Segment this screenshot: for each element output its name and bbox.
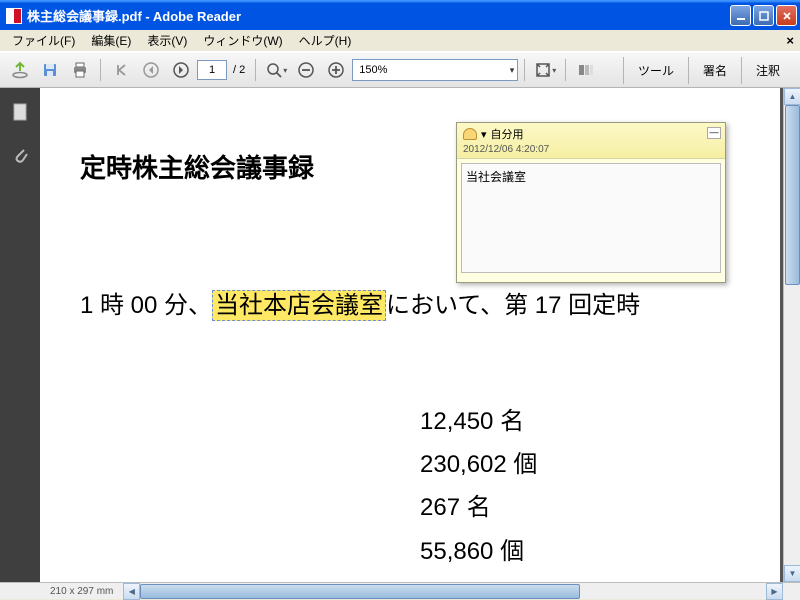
scroll-right-arrow[interactable]: ▶	[766, 583, 783, 600]
comment-popup[interactable]: ▾ 自分用 2012/12/06 4:20:07 —	[456, 122, 726, 283]
menu-edit[interactable]: 編集(E)	[83, 30, 139, 51]
adobe-reader-icon	[6, 8, 22, 24]
window-title: 株主総会議事録.pdf - Adobe Reader	[27, 6, 730, 25]
scroll-down-arrow[interactable]: ▼	[784, 565, 800, 582]
comment-options-glyph[interactable]: ▾	[481, 128, 487, 141]
sign-panel-button[interactable]: 署名	[688, 57, 741, 84]
menu-view[interactable]: 表示(V)	[139, 30, 195, 51]
highlighted-text[interactable]: 当社本店会議室	[212, 290, 386, 321]
horizontal-scroll-thumb[interactable]	[140, 584, 580, 599]
zoom-level-select[interactable]	[352, 59, 518, 81]
comment-textarea[interactable]	[461, 163, 721, 273]
zoom-in-button[interactable]	[322, 56, 350, 84]
window-maximize-button[interactable]	[753, 5, 774, 26]
page-number-input[interactable]	[197, 60, 227, 80]
horizontal-scrollbar[interactable]: ◀ ▶	[123, 583, 783, 599]
document-stats: 12,450 名 230,602 個 267 名 55,860 個	[420, 400, 780, 573]
vertical-scroll-thumb[interactable]	[785, 105, 800, 285]
window-minimize-button[interactable]	[730, 5, 751, 26]
stat-row: 267 名	[420, 486, 780, 529]
previous-page-button[interactable]	[137, 56, 165, 84]
stat-row: 55,860 個	[420, 530, 780, 573]
comment-timestamp: 2012/12/06 4:20:07	[463, 144, 719, 155]
stat-row: 12,450 名	[420, 400, 780, 443]
menu-window[interactable]: ウィンドウ(W)	[195, 30, 290, 51]
zoom-out-button[interactable]	[292, 56, 320, 84]
comment-popup-header[interactable]: ▾ 自分用 2012/12/06 4:20:07 —	[457, 123, 725, 159]
text-before-highlight: 1 時 00 分、	[80, 292, 212, 319]
navigation-sidebar	[0, 88, 40, 582]
page-total-label: / 2	[233, 64, 245, 76]
thumbnails-panel-button[interactable]	[6, 98, 34, 126]
stat-row: 230,602 個	[420, 443, 780, 486]
export-pdf-button[interactable]	[6, 56, 34, 84]
document-close-button[interactable]: ×	[786, 33, 794, 48]
next-page-button[interactable]	[167, 56, 195, 84]
comment-minimize-button[interactable]: —	[707, 127, 721, 139]
page-dimensions-label: 210 x 297 mm	[40, 586, 123, 597]
save-button[interactable]	[36, 56, 64, 84]
menu-file[interactable]: ファイル(F)	[4, 30, 83, 51]
scroll-mode-button[interactable]	[572, 56, 600, 84]
window-close-button[interactable]	[776, 5, 797, 26]
read-mode-button[interactable]: ▾	[531, 56, 559, 84]
vertical-scrollbar[interactable]: ▲ ▼	[783, 88, 800, 582]
first-page-button[interactable]	[107, 56, 135, 84]
text-after-highlight: において、第 17 回定時	[386, 292, 640, 319]
scroll-left-arrow[interactable]: ◀	[123, 583, 140, 600]
comment-panel-button[interactable]: 注釈	[741, 57, 794, 84]
horizontal-scrollbar-area: 210 x 297 mm ◀ ▶	[0, 582, 800, 599]
window-titlebar: 株主総会議事録.pdf - Adobe Reader	[0, 0, 800, 30]
toolbar: / 2 ▾ ▾ ツール 署名 注釈	[0, 52, 800, 88]
zoom-marquee-button[interactable]: ▾	[262, 56, 290, 84]
document-body-line: 1 時 00 分、当社本店会議室において、第 17 回定時	[80, 285, 780, 320]
scroll-up-arrow[interactable]: ▲	[784, 88, 800, 105]
tools-panel-button[interactable]: ツール	[623, 57, 688, 84]
comment-icon	[463, 128, 477, 140]
comment-author-label: 自分用	[491, 126, 524, 142]
menu-bar: ファイル(F) 編集(E) 表示(V) ウィンドウ(W) ヘルプ(H) ×	[0, 30, 800, 52]
attachments-panel-button[interactable]	[6, 140, 34, 168]
scrollbar-corner	[783, 583, 800, 600]
print-button[interactable]	[66, 56, 94, 84]
menu-help[interactable]: ヘルプ(H)	[291, 30, 360, 51]
